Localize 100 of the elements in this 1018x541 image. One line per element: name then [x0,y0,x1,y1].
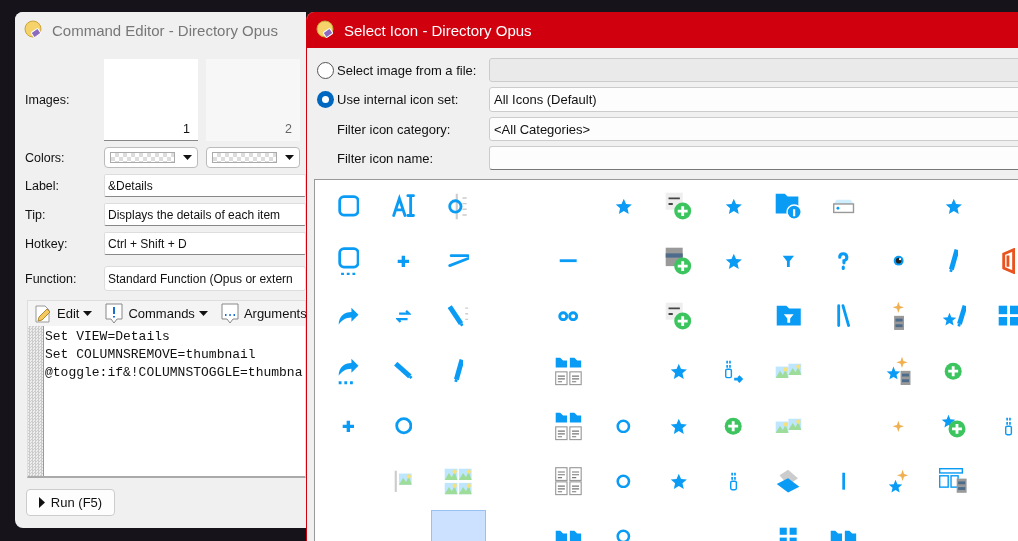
icon-set-dropdown[interactable]: All Icons (Default) [489,87,1018,112]
field-label: Colors: [25,150,66,165]
input-field[interactable] [489,146,1018,170]
code-line: @toggle:if&!COLUMNSTOGGLE=thumbna [45,364,303,382]
star-cabinet-icon [884,355,913,387]
star-icon [943,196,964,216]
run-button[interactable]: Run (F5) [26,489,115,516]
field-label: Images: [25,93,71,107]
plus-circle-icon [723,415,744,437]
pencil-icon [453,358,464,384]
image-grid-icon [443,466,474,496]
layout-icon [938,467,969,495]
text-cursor-icon [391,194,416,218]
folder-filter-icon [774,304,803,328]
image-slot[interactable]: 1 [104,59,198,141]
func-plus-icon [664,300,693,332]
image-bar-icon [393,468,414,494]
usb-icon [728,470,739,492]
field-label: Tip: [25,207,47,222]
landscapes-icon [774,417,803,435]
color-picker[interactable] [206,147,300,168]
star-sparkle-icon [887,467,910,495]
color-picker[interactable] [104,147,198,168]
drive-icon [831,197,856,215]
pencil-list-icon [447,304,470,328]
square-icon [337,195,360,217]
field-label: Label: [25,178,61,193]
circle-icon [394,417,413,435]
pencil-tilt-icon [393,362,414,380]
code-line: Set VIEW=Details [45,328,171,346]
plus-icon [396,253,411,269]
two-rings-icon [558,310,579,322]
radio-option[interactable]: Select image from a file: [317,61,489,79]
plus-circle-icon [943,360,964,382]
slash-line-icon [447,254,470,268]
star-icon [668,416,689,436]
image-slot[interactable]: 2 [206,59,300,141]
minus-icon [558,259,579,263]
star-icon [613,196,634,216]
func-plus-icon [664,190,693,222]
app-logo-icon [24,20,44,40]
folders-docs-icon [554,355,583,387]
circle-list-icon [448,191,469,221]
play-icon [38,497,45,508]
radio-option[interactable]: Use internal icon set: [317,91,489,108]
lines-icon [836,304,851,328]
windows-icon [778,525,799,541]
office-icon [1001,247,1016,275]
input-field[interactable]: Ctrl + Shift + D [104,232,306,255]
pencil-icon [948,248,959,274]
window-title: Command Editor - Directory Opus [52,21,278,39]
star-icon [723,196,744,216]
star-icon [668,361,689,381]
code-line: Set COLUMNSREMOVE=thumbnail [45,346,257,364]
star-icon [723,251,744,271]
list-plus-icon [664,245,693,277]
caret-icon [285,154,294,161]
toolbar-button[interactable]: Edit [33,303,93,324]
toolbar-button[interactable]: Commands [104,302,208,325]
category-dropdown[interactable]: <All Categories> [489,117,1018,141]
landscapes-icon [774,362,803,380]
sparkle-cabinet-icon [891,300,906,332]
radio-button[interactable] [317,61,334,79]
function-dropdown[interactable]: Standard Function (Opus or extern [104,266,306,291]
filter-icon [781,253,796,269]
share-icon [336,305,361,327]
window-title: Select Icon - Directory Opus [344,21,532,39]
field-label: Filter icon name: [336,150,435,166]
caret-icon [183,154,192,161]
docs-grid-icon [554,465,583,497]
app-logo-icon [316,20,336,40]
field-label: Function: [25,271,78,286]
folder-info-icon [774,191,803,221]
caret-icon [83,310,93,317]
swap-icon [396,308,411,324]
usb-arrow-icon [724,358,743,384]
radio-button[interactable] [317,91,334,108]
tiles-icon [996,304,1018,328]
ring-icon [616,418,631,434]
folders-docs-icon [554,410,583,442]
input-field[interactable]: Displays the details of each item [104,203,306,226]
question-icon [838,251,849,271]
usb-icon [1003,415,1014,437]
star-icon [668,471,689,491]
toolbar-button[interactable]: Arguments [219,302,306,325]
scanner-icon [775,467,802,495]
input-field[interactable]: &Details [104,174,306,197]
plus-icon [341,418,356,434]
bar-icon [841,470,846,492]
field-label: Hotkey: [25,236,69,251]
ring-icon [616,473,631,489]
eye-icon [891,254,906,268]
file-path-field[interactable] [489,58,1018,82]
code-editor[interactable]: Set VIEW=Details Set COLUMNSREMOVE=thumbnail @toggle:if&!COLUMNSTOGGLE=thumbna [28,326,305,476]
square-dots-icon [337,246,360,276]
sparkle-icon [891,418,906,434]
field-label: Filter icon category: [336,121,452,137]
folders-icon [829,528,858,541]
caret-icon [198,310,208,317]
share-dots-icon [336,357,361,385]
